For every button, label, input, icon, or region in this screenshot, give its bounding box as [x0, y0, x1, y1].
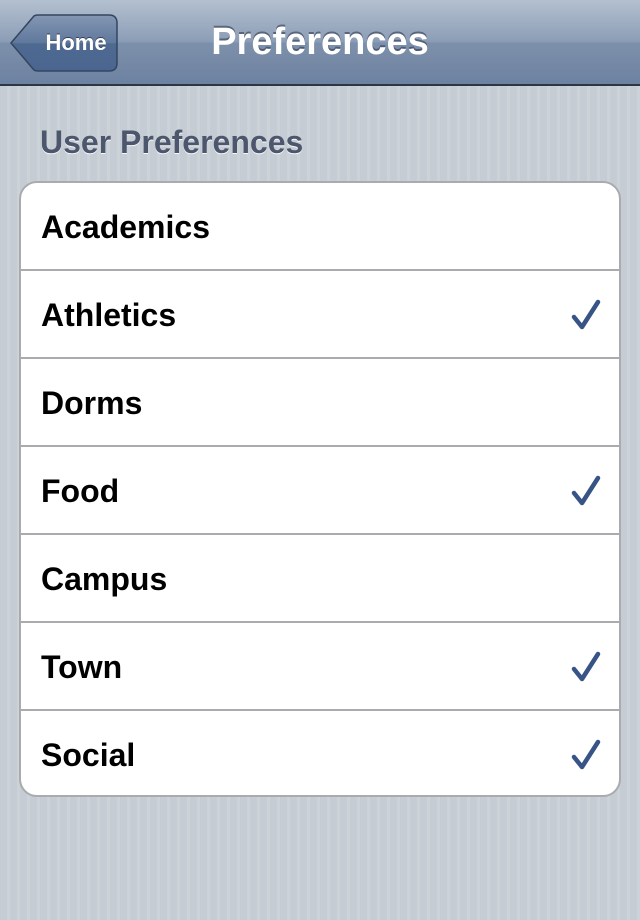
list-item-campus[interactable]: Campus — [21, 535, 619, 623]
home-back-button[interactable]: Home — [10, 14, 118, 72]
list-item-athletics[interactable]: Athletics — [21, 271, 619, 359]
list-item-label: Campus — [41, 561, 168, 597]
list-item-label: Academics — [41, 209, 210, 245]
navigation-bar: Home Preferences — [0, 0, 640, 86]
list-item-social[interactable]: Social — [21, 711, 619, 795]
list-item-label: Athletics — [41, 297, 177, 333]
page-title: Preferences — [211, 21, 429, 63]
list-item-label: Food — [41, 473, 120, 509]
list-item-academics[interactable]: Academics — [21, 183, 619, 271]
checkmark-icon — [571, 299, 601, 330]
preferences-list: Academics Athletics Dorms Food Campus To… — [19, 181, 621, 797]
back-button-label: Home — [45, 30, 107, 55]
list-item-food[interactable]: Food — [21, 447, 619, 535]
list-item-label: Dorms — [41, 385, 143, 421]
section-header: User Preferences — [40, 124, 304, 160]
list-item-label: Town — [41, 649, 123, 685]
checkmark-icon — [571, 651, 601, 682]
list-item-label: Social — [41, 737, 136, 773]
list-item-town[interactable]: Town — [21, 623, 619, 711]
checkmark-icon — [571, 475, 601, 506]
list-item-dorms[interactable]: Dorms — [21, 359, 619, 447]
checkmark-icon — [571, 739, 601, 770]
